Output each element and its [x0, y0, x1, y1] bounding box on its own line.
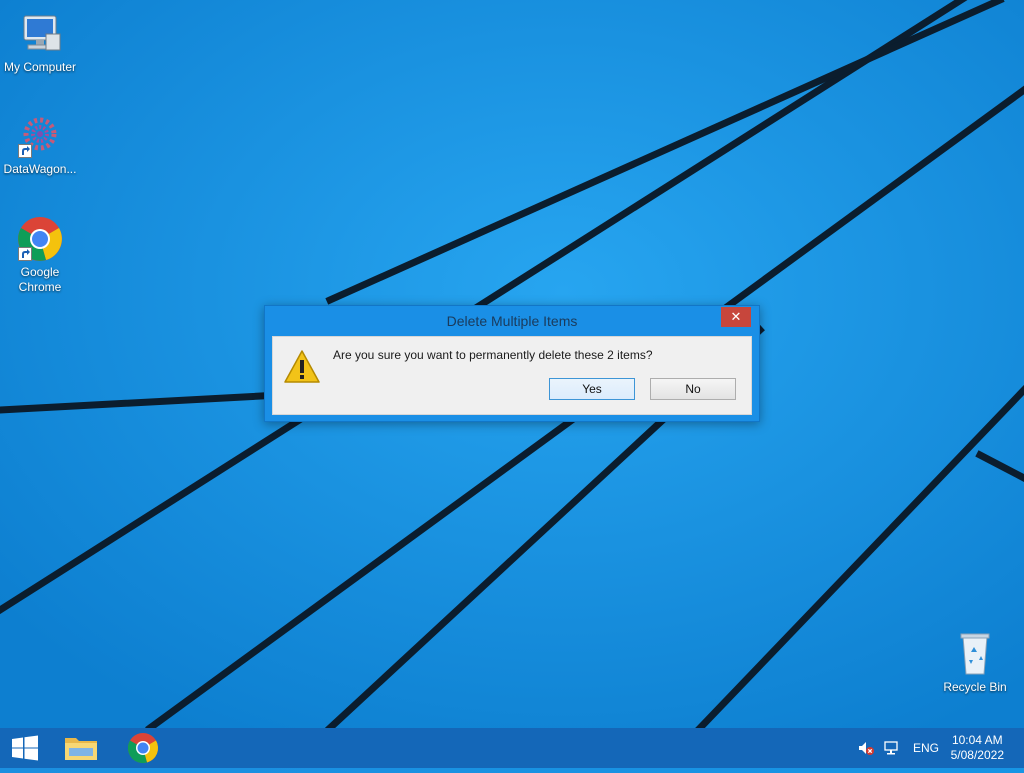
windows-logo-icon — [12, 735, 38, 761]
chrome-icon — [127, 733, 159, 764]
desktop-icon-label: DataWagon... — [3, 162, 77, 176]
warning-icon — [283, 349, 321, 385]
desktop-icon-google-chrome[interactable]: Google Chrome — [0, 215, 80, 295]
gear-cluster-icon — [16, 112, 64, 160]
desktop-icon-label: Recycle Bin — [943, 680, 1007, 694]
start-button[interactable] — [0, 728, 50, 768]
clock-time: 10:04 AM — [951, 733, 1003, 747]
close-button[interactable]: ✕ — [721, 307, 751, 327]
language-indicator[interactable]: ENG — [913, 741, 939, 755]
clock-date: 5/08/2022 — [950, 748, 1004, 762]
computer-icon — [16, 10, 64, 58]
recycle-bin-icon — [951, 630, 999, 678]
yes-button[interactable]: Yes — [549, 378, 635, 400]
volume-muted-icon[interactable] — [858, 740, 874, 756]
taskbar-file-explorer[interactable] — [56, 728, 106, 768]
delete-confirmation-dialog: Delete Multiple Items ✕ Are you sure you… — [264, 305, 760, 422]
desktop-icon-my-computer[interactable]: My Computer — [0, 10, 80, 75]
file-explorer-icon — [65, 738, 97, 760]
desktop-icon-label: Google Chrome — [18, 265, 62, 294]
chrome-icon — [16, 215, 64, 263]
taskbar: ENG 10:04 AM 5/08/2022 — [0, 728, 1024, 768]
dialog-body: Are you sure you want to permanently del… — [272, 336, 752, 415]
dialog-title: Delete Multiple Items — [446, 313, 578, 329]
shortcut-arrow-icon — [18, 144, 32, 158]
no-button[interactable]: No — [650, 378, 736, 400]
desktop-icon-recycle-bin[interactable]: Recycle Bin — [935, 630, 1015, 695]
dialog-message: Are you sure you want to permanently del… — [333, 348, 653, 362]
desktop-icon-datawagon[interactable]: DataWagon... — [0, 112, 80, 177]
clock[interactable]: 10:04 AM 5/08/2022 — [951, 733, 1004, 763]
shortcut-arrow-icon — [18, 247, 32, 261]
network-icon[interactable] — [883, 740, 899, 756]
desktop-icon-label: My Computer — [3, 60, 77, 74]
taskbar-chrome[interactable] — [118, 728, 168, 768]
